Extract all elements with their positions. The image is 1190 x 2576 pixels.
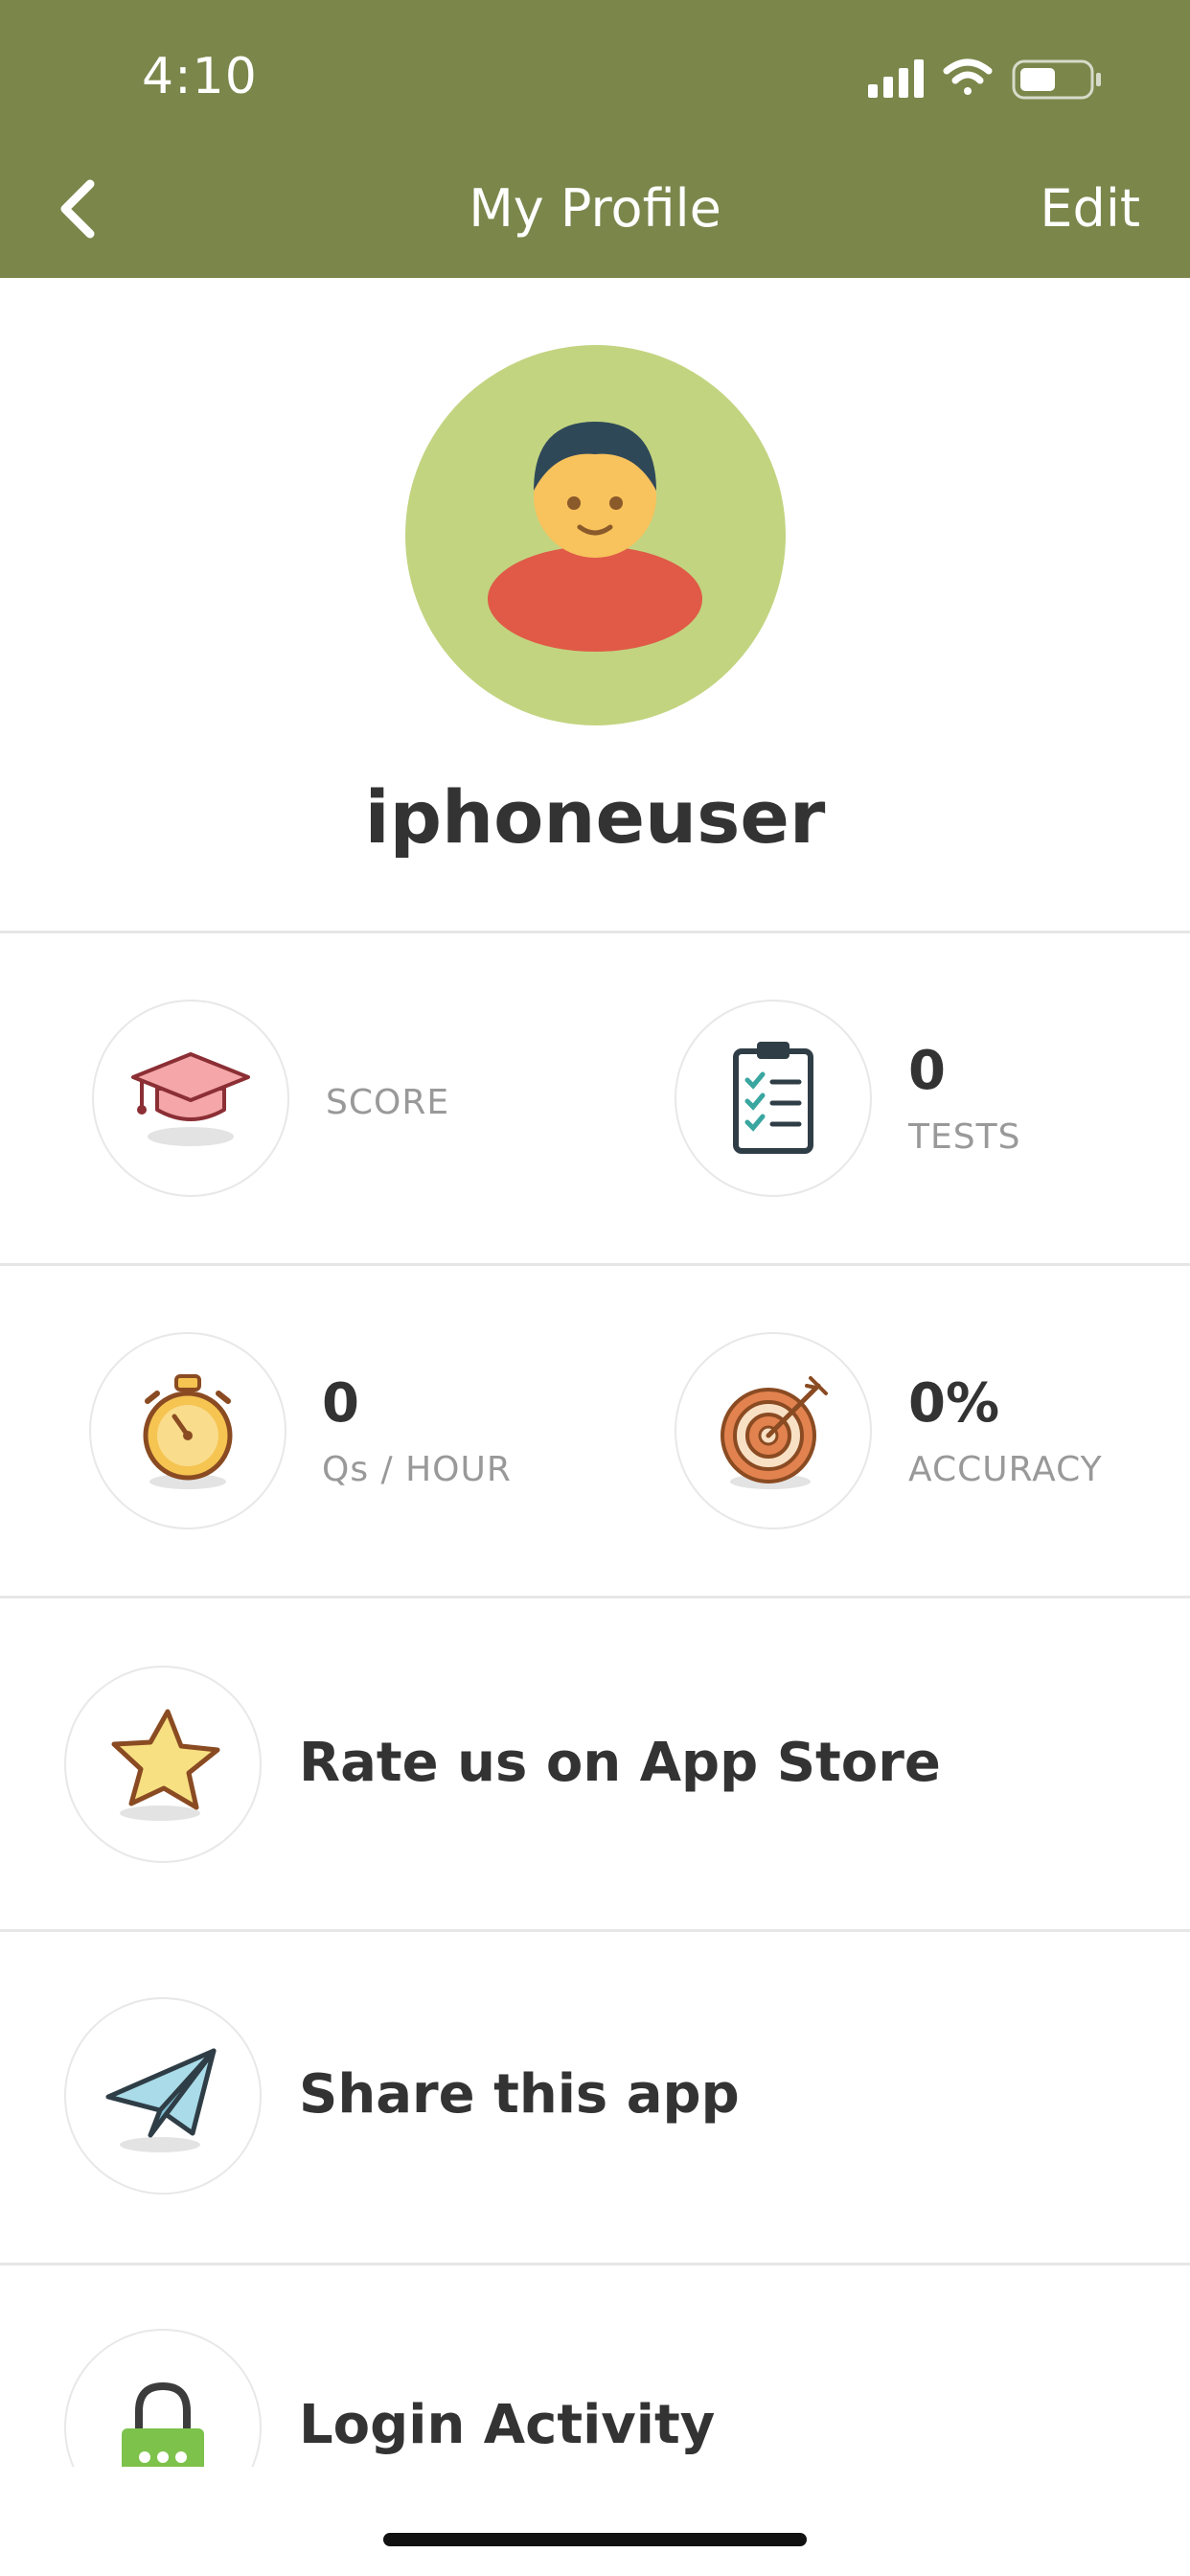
avatar [405,345,786,725]
tests-value: 0 [908,1040,946,1102]
rate-app-label: Rate us on App Store [299,1732,941,1794]
signal-icon [868,59,924,98]
rate-app-row[interactable]: Rate us on App Store [0,1598,1190,1930]
battery-icon [1012,59,1101,100]
share-app-row[interactable]: Share this app [0,1932,1190,2264]
tests-label: TESTS [908,1117,1021,1157]
login-activity-row[interactable]: Login Activity [0,2266,1190,2467]
target-icon [721,1376,828,1489]
accuracy-icon-circle [675,1332,872,1530]
paper-plane-icon [105,2048,217,2152]
stopwatch-icon [143,1374,233,1489]
header-bar: 4:10 My Profile Edit [0,0,1190,278]
lock-icon [122,2381,204,2467]
accuracy-label: ACCURACY [908,1450,1103,1489]
qs-hour-icon-circle [89,1332,286,1530]
page-title: My Profile [469,178,721,239]
rate-icon-circle [64,1666,262,1863]
username: iphoneuser [364,774,826,860]
user-avatar-icon [488,422,702,652]
score-icon-circle [92,1000,289,1197]
qs-hour-label: Qs / HOUR [322,1450,512,1489]
share-icon-circle [64,1997,262,2195]
accuracy-value: 0% [908,1372,1000,1435]
share-app-label: Share this app [299,2063,740,2126]
home-indicator[interactable] [383,2533,807,2546]
qs-hour-value: 0 [322,1372,359,1435]
tests-icon-circle [675,1000,872,1197]
edit-button[interactable]: Edit [1040,178,1140,239]
login-icon-circle [64,2329,262,2467]
wifi-icon [943,58,993,95]
score-label: SCORE [326,1083,450,1122]
status-icons [868,56,1113,105]
login-activity-label: Login Activity [299,2394,716,2456]
divider [0,1263,1190,1266]
clipboard-icon [733,1042,813,1154]
status-time: 4:10 [142,48,258,105]
divider [0,931,1190,933]
star-icon [111,1709,220,1821]
graduation-cap-icon [131,1052,250,1146]
